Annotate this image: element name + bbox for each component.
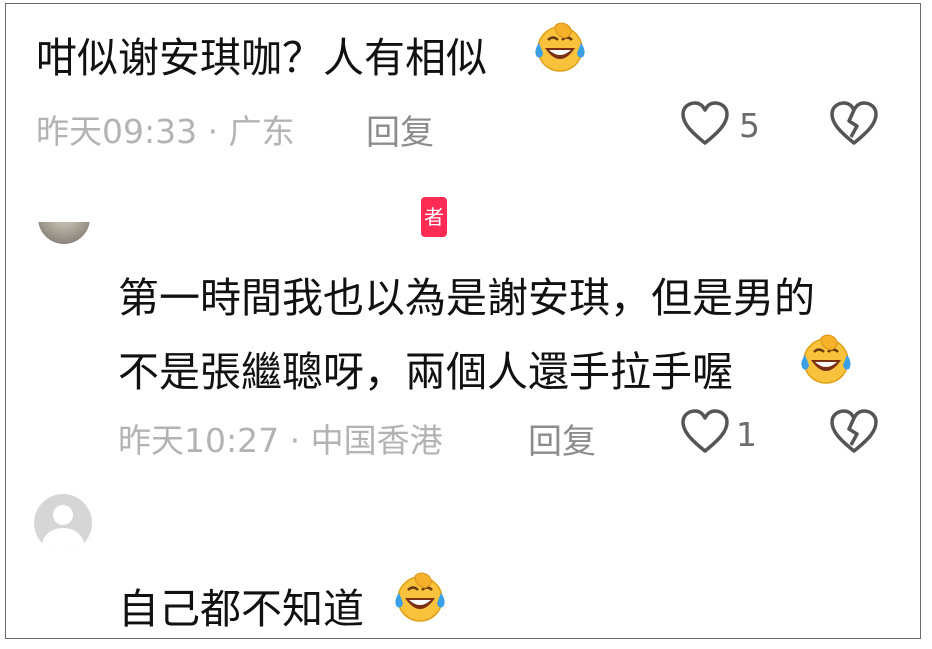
face-with-tears-of-joy-icon bbox=[393, 570, 447, 628]
comment-meta: 昨天09:33 · 广东 bbox=[36, 112, 295, 151]
like-count: 1 bbox=[736, 415, 757, 454]
broken-heart-icon[interactable] bbox=[829, 409, 879, 455]
comment-text-line: 不是張繼聰呀，兩個人還手拉手喔 bbox=[118, 348, 733, 396]
avatar-body-shape bbox=[42, 528, 84, 552]
broken-heart-icon[interactable] bbox=[829, 101, 879, 147]
default-avatar[interactable] bbox=[34, 494, 92, 552]
comment-text: 咁似谢安琪咖？人有相似 bbox=[36, 34, 487, 82]
comment-text: 自己都不知道 bbox=[118, 585, 364, 633]
like-heart-icon[interactable] bbox=[680, 409, 730, 455]
avatar-head-shape bbox=[53, 505, 73, 525]
avatar[interactable] bbox=[38, 222, 90, 246]
comment-meta: 昨天10:27 · 中国香港 bbox=[118, 421, 443, 460]
face-with-tears-of-joy-icon bbox=[533, 20, 587, 78]
comment-text-line: 第一時間我也以為是謝安琪，但是男的 bbox=[118, 274, 815, 322]
reply-button[interactable]: 回复 bbox=[528, 414, 596, 463]
like-count: 5 bbox=[739, 106, 760, 145]
reply-button[interactable]: 回复 bbox=[366, 105, 434, 154]
like-heart-icon[interactable] bbox=[680, 101, 730, 147]
comment-list: 咁似谢安琪咖？人有相似 昨天09:33 · 广东 回复 5 者 第一時間我也以為… bbox=[5, 3, 921, 639]
face-with-tears-of-joy-icon bbox=[799, 332, 853, 390]
bottom-strip bbox=[0, 640, 932, 649]
author-badge: 者 bbox=[421, 197, 447, 237]
